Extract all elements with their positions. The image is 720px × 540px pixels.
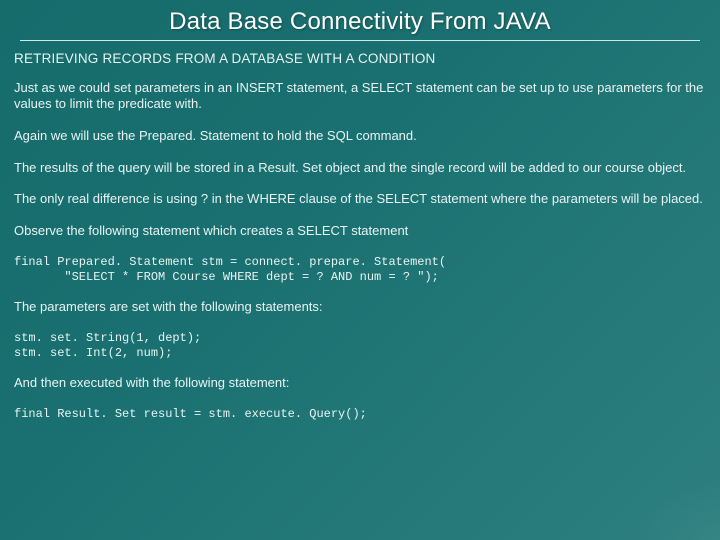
paragraph-4: The only real difference is using ? in t… [14,191,706,207]
paragraph-7: And then executed with the following sta… [14,375,706,391]
paragraph-5: Observe the following statement which cr… [14,223,706,239]
code-block-1: final Prepared. Statement stm = connect.… [14,255,706,285]
subheading: RETRIEVING RECORDS FROM A DATABASE WITH … [14,51,706,66]
paragraph-2: Again we will use the Prepared. Statemen… [14,128,706,144]
code-block-2: stm. set. String(1, dept); stm. set. Int… [14,331,706,361]
slide: Data Base Connectivity From JAVA RETRIEV… [0,0,720,540]
title-underline [20,40,700,41]
slide-title: Data Base Connectivity From JAVA [14,8,706,36]
paragraph-1: Just as we could set parameters in an IN… [14,80,706,112]
code-block-3: final Result. Set result = stm. execute.… [14,407,706,422]
paragraph-3: The results of the query will be stored … [14,160,706,176]
paragraph-6: The parameters are set with the followin… [14,299,706,315]
